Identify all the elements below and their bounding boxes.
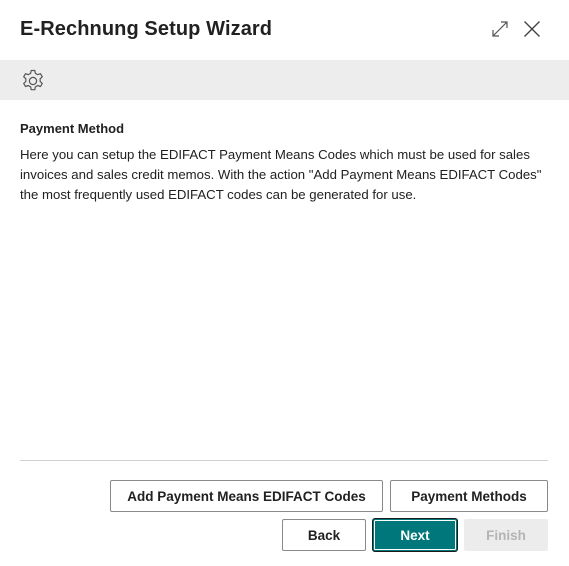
next-button[interactable]: Next [373,519,457,551]
finish-button: Finish [464,519,548,551]
payment-methods-button[interactable]: Payment Methods [390,480,548,512]
expand-button[interactable] [489,18,511,40]
close-button[interactable] [520,17,544,41]
step-description: Here you can setup the EDIFACT Payment M… [20,147,542,202]
wizard-banner [0,60,569,100]
footer-divider [20,460,548,461]
expand-icon [492,21,508,37]
dialog-title: E-Rechnung Setup Wizard [20,18,273,40]
step-title: Payment Method [20,121,125,136]
setup-wizard-dialog: E-Rechnung Setup Wizard Payment Method H… [0,0,569,566]
back-button[interactable]: Back [282,519,366,551]
add-payment-means-codes-button[interactable]: Add Payment Means EDIFACT Codes [110,480,383,512]
close-icon [524,21,540,37]
gear-icon [23,69,43,91]
